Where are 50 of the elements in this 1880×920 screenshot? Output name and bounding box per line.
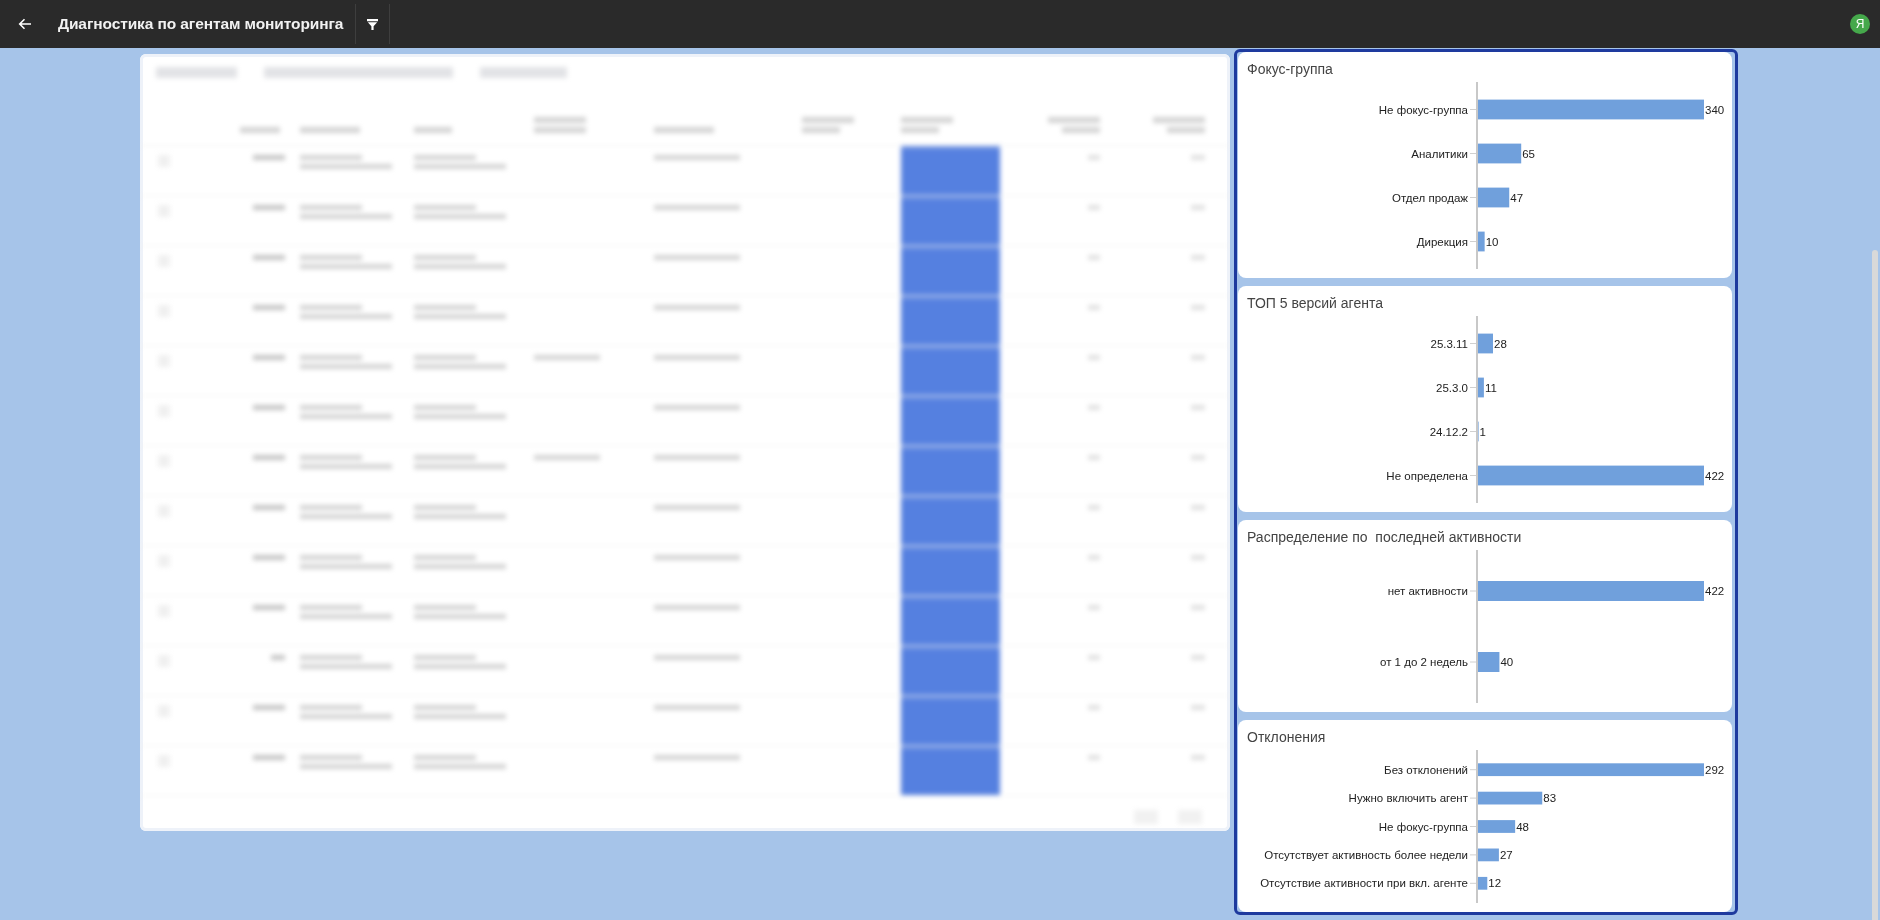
category-label: 24.12.2 — [1429, 425, 1468, 438]
value-label: 27 — [1499, 848, 1513, 861]
category-label: нет активности — [1387, 585, 1468, 597]
scrollbar-thumb[interactable] — [1872, 250, 1878, 920]
category-label: Нужно включить агент — [1348, 792, 1468, 805]
category-label: Не фокус-группа — [1378, 820, 1468, 833]
value-label: 422 — [1705, 585, 1725, 597]
value-label: 28 — [1494, 337, 1507, 350]
chart-title: Фокус-группа — [1246, 60, 1334, 79]
bar — [1478, 333, 1493, 354]
page-title: Диагностика по агентам мониторинга — [58, 15, 344, 33]
category-label: Аналитики — [1411, 147, 1468, 160]
category-label: Не определена — [1386, 469, 1468, 482]
bar — [1478, 187, 1510, 208]
value-label: 1 — [1479, 425, 1486, 438]
chart-title: ТОП 5 версий агента — [1246, 294, 1384, 313]
value-label: 422 — [1705, 469, 1725, 482]
chart-title: Распределение по последней активности — [1246, 528, 1523, 547]
value-label: 40 — [1500, 656, 1514, 668]
category-label: Отдел продаж — [1391, 191, 1468, 204]
bar — [1478, 876, 1488, 890]
value-label: 12 — [1488, 877, 1502, 890]
filter-icon — [367, 18, 379, 30]
user-avatar[interactable]: Я — [1850, 14, 1870, 34]
value-label: 340 — [1705, 103, 1725, 116]
category-label: 25.3.11 — [1430, 337, 1468, 350]
category-label: Отсутствие активности при вкл. агенте — [1260, 877, 1468, 890]
category-label: Дирекция — [1416, 235, 1468, 248]
category-label: Без отклонений — [1384, 763, 1468, 776]
value-label: 292 — [1705, 763, 1725, 776]
value-label: 48 — [1516, 820, 1529, 833]
bar — [1478, 791, 1543, 805]
bar — [1478, 143, 1522, 164]
value-label: 65 — [1522, 147, 1535, 160]
category-label: Отсутствует активность более недели — [1264, 848, 1468, 861]
chart-title: Отклонения — [1246, 728, 1327, 747]
value-label: 11 — [1484, 381, 1497, 394]
bar — [1478, 377, 1484, 398]
category-label: Не фокус-группа — [1378, 103, 1468, 116]
category-label: от 1 до 2 недель — [1380, 656, 1468, 668]
bar — [1478, 231, 1485, 252]
bar — [1478, 652, 1500, 672]
value-label: 47 — [1510, 191, 1524, 204]
bar — [1478, 848, 1499, 862]
filter-button[interactable] — [355, 4, 391, 44]
category-label: 25.3.0 — [1436, 381, 1468, 394]
bar — [1478, 820, 1516, 833]
value-label: 83 — [1543, 792, 1557, 805]
arrow-left-icon — [18, 18, 32, 30]
value-label: 10 — [1485, 235, 1499, 248]
